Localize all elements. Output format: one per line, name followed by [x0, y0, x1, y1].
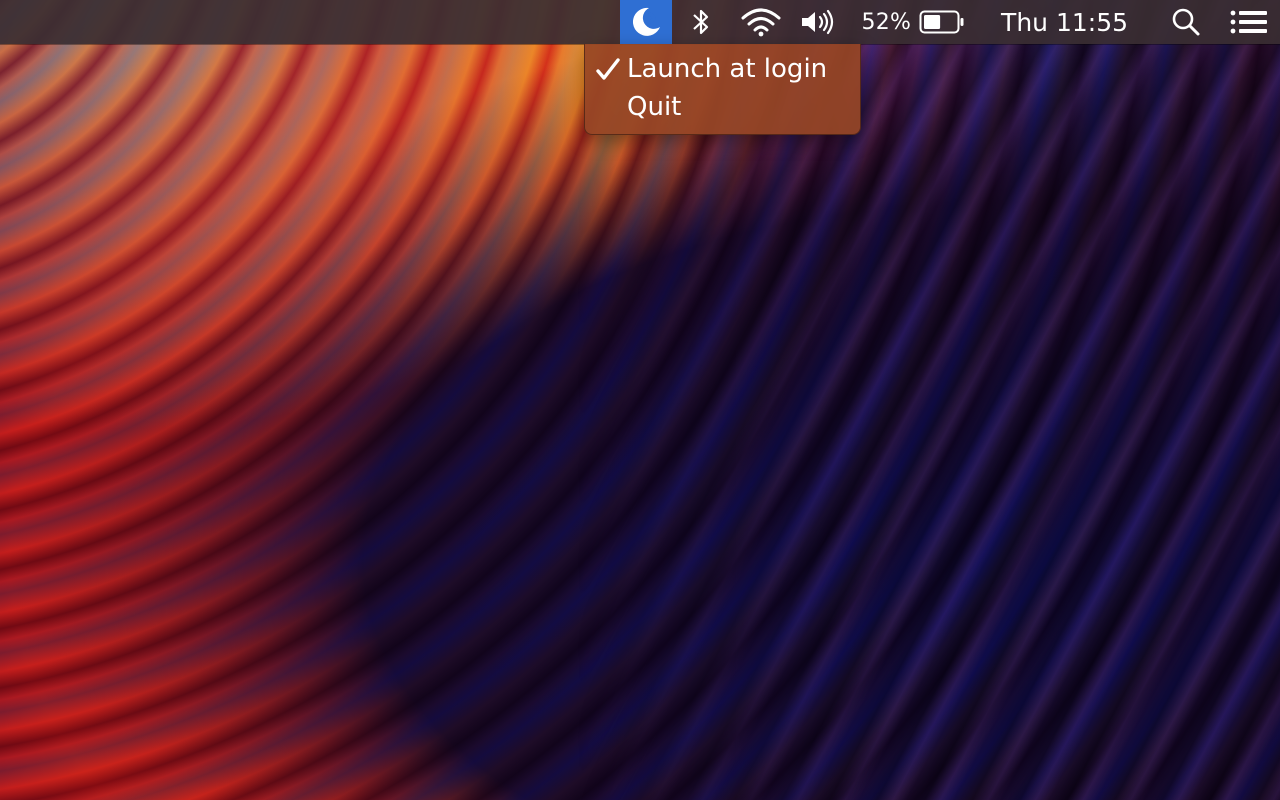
menubar-wifi[interactable]	[738, 0, 784, 44]
checkmark-icon	[595, 57, 621, 83]
menubar-spotlight[interactable]	[1168, 0, 1204, 44]
menubar-app-status-item[interactable]	[619, 0, 672, 44]
status-item-dropdown-menu: Launch at login Quit	[584, 44, 861, 135]
menubar-bluetooth[interactable]	[682, 0, 720, 44]
menubar-notification-center[interactable]	[1226, 0, 1272, 44]
search-icon	[1171, 7, 1201, 37]
menubar-volume[interactable]	[796, 0, 840, 44]
volume-icon	[800, 8, 836, 36]
notification-center-icon	[1230, 9, 1268, 35]
menu-bar: 52% Thu 11:55	[0, 0, 1280, 44]
menu-item-launch-at-login[interactable]: Launch at login	[585, 50, 860, 88]
menu-item-label: Quit	[627, 92, 682, 122]
battery-level-fill	[924, 15, 941, 29]
menubar-battery[interactable]: 52%	[862, 0, 966, 44]
battery-percent-label: 52%	[861, 9, 912, 35]
battery-icon	[919, 9, 965, 35]
menu-item-quit[interactable]: Quit	[585, 88, 860, 126]
menubar-clock[interactable]: Thu 11:55	[1001, 0, 1128, 44]
wifi-icon	[740, 7, 782, 37]
bluetooth-icon	[690, 6, 712, 38]
moon-bluetooth-icon	[629, 5, 663, 39]
menu-item-label: Launch at login	[627, 54, 828, 84]
clock-label: Thu 11:55	[1001, 7, 1128, 37]
